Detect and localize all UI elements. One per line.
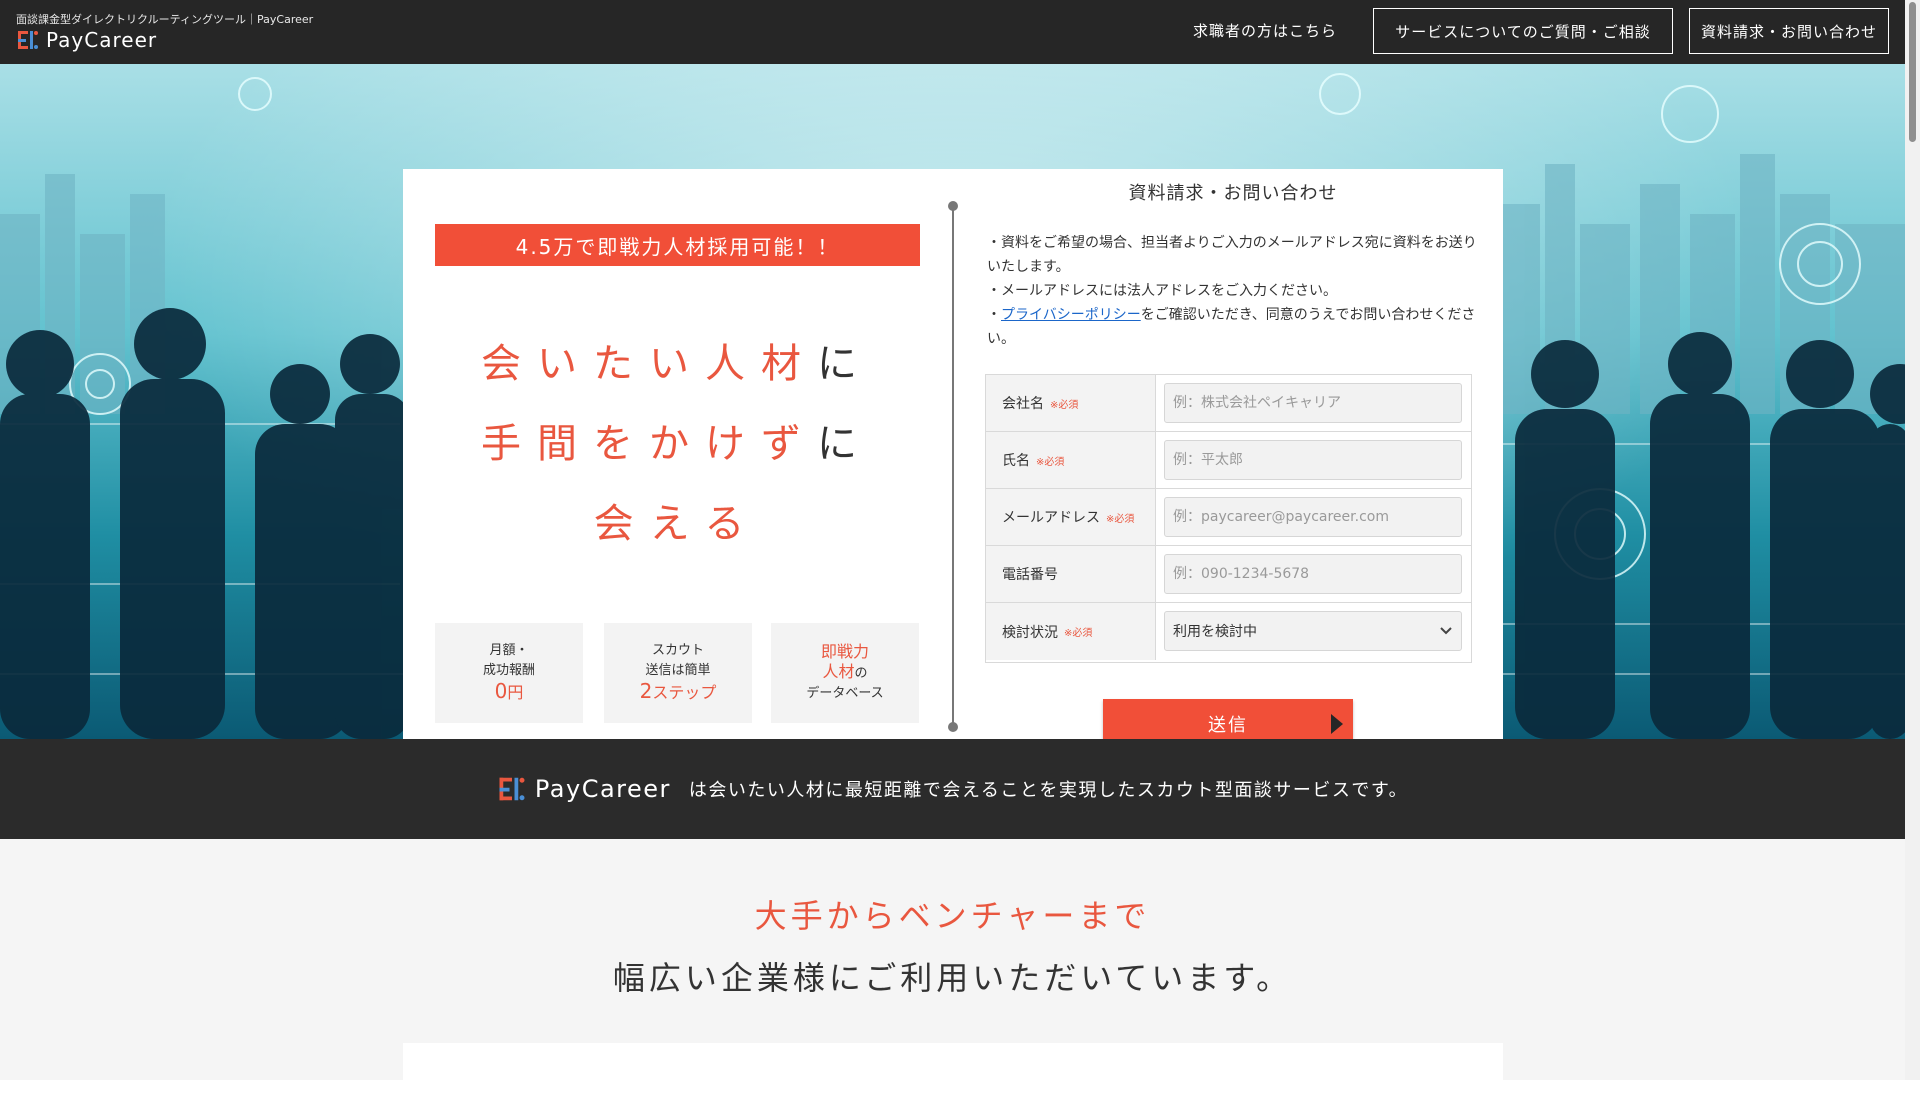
form-title: 資料請求・お問い合わせ bbox=[1128, 183, 1338, 204]
tagline-band: PayCareer は会いたい人材に最短距離で会えることを実現したスカウト型面談… bbox=[0, 739, 1905, 839]
catch-line-3-highlight: 会える bbox=[593, 501, 761, 547]
feature-database-line3: データベース bbox=[806, 686, 884, 701]
catch-line-1: 会いたい人材に bbox=[403, 331, 951, 389]
job-seeker-link[interactable]: 求職者の方はこちら bbox=[1170, 20, 1360, 41]
required-badge: ※必須 bbox=[1106, 513, 1135, 525]
feature-scout-line1: スカウト bbox=[651, 643, 704, 658]
catch-line-2-tail: に bbox=[817, 421, 873, 467]
status-label-text: 検討状況 bbox=[1002, 624, 1058, 641]
form-row-company: 会社名 ※必須 bbox=[986, 375, 1471, 432]
phone-label-text: 電話番号 bbox=[1002, 567, 1058, 583]
band-brand-name: PayCareer bbox=[534, 775, 671, 803]
feature-database: 即戦力 人材の データベース bbox=[771, 623, 919, 723]
feature-database-line1: 即戦力 bbox=[820, 642, 869, 661]
name-label-text: 氏名 bbox=[1002, 453, 1030, 469]
company-label: 会社名 ※必須 bbox=[986, 375, 1156, 431]
form-note-3: ・プライバシーポリシーをご確認いただき、同意のうえでお問い合わせください。 bbox=[987, 303, 1483, 351]
promo-banner: 4.5万で即戦力人材採用可能！！ bbox=[435, 224, 920, 266]
feature-scout-unit: ステップ bbox=[652, 683, 717, 702]
required-badge: ※必須 bbox=[1036, 456, 1065, 468]
band-tagline: は会いたい人材に最短距離で会えることを実現したスカウト型面談サービスです。 bbox=[688, 780, 1409, 801]
feature-database-line2: 人材 bbox=[822, 662, 855, 681]
brand-subtitle: 面談課金型ダイレクトリクルーティングツール｜PayCareer bbox=[16, 13, 314, 26]
feature-fee: 月額・ 成功報酬 0円 bbox=[435, 623, 583, 723]
clients-heading-accent: 大手からベンチャーまで bbox=[754, 897, 1151, 935]
phone-input[interactable] bbox=[1164, 554, 1462, 594]
brand-name: PayCareer bbox=[46, 28, 158, 52]
brand-logo-link[interactable]: PayCareer bbox=[16, 28, 157, 52]
feature-database-suffix: の bbox=[854, 666, 868, 681]
divider-top-dot bbox=[948, 201, 958, 211]
form-note-2: ・メールアドレスには法人アドレスをご入力ください。 bbox=[987, 283, 1337, 299]
required-badge: ※必須 bbox=[1050, 399, 1079, 411]
company-input[interactable] bbox=[1164, 383, 1462, 423]
company-label-text: 会社名 bbox=[1002, 396, 1044, 412]
catch-line-2-highlight: 手間をかけず bbox=[481, 421, 817, 467]
feature-scout-value: 2 bbox=[639, 679, 653, 703]
feature-fee-line1: 月額・ bbox=[489, 643, 529, 658]
clients-section: 大手からベンチャーまで 幅広い企業様にご利用いただいています。 bbox=[0, 839, 1905, 1103]
feature-scout: スカウト 送信は簡単 2ステップ bbox=[604, 623, 752, 723]
submit-button-label: 送信 bbox=[1208, 715, 1248, 736]
feature-fee-unit: 円 bbox=[507, 683, 524, 702]
form-row-status: 検討状況 ※必須 利用を検討中 bbox=[986, 603, 1471, 660]
form-note-1: ・資料をご希望の場合、担当者よりご入力のメールアドレス宛に資料をお送りいたします… bbox=[987, 235, 1477, 275]
email-label: メールアドレス ※必須 bbox=[986, 489, 1156, 545]
hero-section: 4.5万で即戦力人材採用可能！！ 会いたい人材に 手間をかけずに 会える 月額・… bbox=[0, 64, 1905, 739]
catch-line-2: 手間をかけずに bbox=[403, 411, 951, 469]
catch-line-3: 会える bbox=[403, 491, 951, 549]
divider-bottom-dot bbox=[948, 722, 958, 732]
vertical-divider bbox=[952, 204, 954, 729]
required-badge: ※必須 bbox=[1064, 628, 1093, 639]
submit-button[interactable]: 送信 bbox=[1103, 699, 1353, 739]
hero-card: 4.5万で即戦力人材採用可能！！ 会いたい人材に 手間をかけずに 会える 月額・… bbox=[403, 169, 1503, 739]
feature-fee-line2: 成功報酬 bbox=[482, 663, 535, 678]
scrollbar-thumb[interactable] bbox=[1909, 2, 1916, 142]
paycareer-logo-icon bbox=[499, 777, 525, 801]
status-select[interactable]: 利用を検討中 bbox=[1164, 611, 1462, 651]
form-row-name: 氏名 ※必須 bbox=[986, 432, 1471, 489]
privacy-policy-link[interactable]: プライバシーポリシー bbox=[1001, 307, 1141, 323]
status-select-value: 利用を検討中 bbox=[1173, 624, 1257, 640]
form-row-email: メールアドレス ※必須 bbox=[986, 489, 1471, 546]
email-input[interactable] bbox=[1164, 497, 1462, 537]
phone-label: 電話番号 bbox=[986, 546, 1156, 602]
triangle-right-icon bbox=[1331, 714, 1343, 734]
feature-scout-line2: 送信は簡単 bbox=[645, 663, 711, 678]
contact-form: 資料請求・お問い合わせ ・資料をご希望の場合、担当者よりご入力のメールアドレス宛… bbox=[963, 169, 1503, 739]
name-input[interactable] bbox=[1164, 440, 1462, 480]
email-label-text: メールアドレス bbox=[1002, 510, 1100, 526]
catch-line-1-highlight: 会いたい人材 bbox=[481, 341, 817, 387]
form-row-phone: 電話番号 bbox=[986, 546, 1471, 603]
form-note-3-prefix: ・ bbox=[987, 307, 1001, 323]
clients-logo-card bbox=[403, 1043, 1503, 1103]
paycareer-logo-icon bbox=[18, 31, 38, 49]
form-notes: ・資料をご希望の場合、担当者よりご入力のメールアドレス宛に資料をお送りいたします… bbox=[987, 231, 1483, 351]
site-header: 面談課金型ダイレクトリクルーティングツール｜PayCareer PayCaree… bbox=[0, 0, 1905, 64]
form-fields: 会社名 ※必須 氏名 ※必須 メールアドレス ※必須 bbox=[985, 374, 1472, 663]
chevron-down-icon bbox=[1440, 627, 1452, 635]
clients-heading-main: 幅広い企業様にご利用いただいています。 bbox=[612, 959, 1293, 997]
status-label: 検討状況 ※必須 bbox=[986, 603, 1156, 660]
name-label: 氏名 ※必須 bbox=[986, 432, 1156, 488]
feature-fee-value: 0 bbox=[494, 679, 508, 703]
hero-promo: 4.5万で即戦力人材採用可能！！ 会いたい人材に 手間をかけずに 会える 月額・… bbox=[403, 169, 951, 739]
consult-button[interactable]: サービスについてのご質問・ご相談 bbox=[1373, 8, 1673, 54]
catch-line-1-tail: に bbox=[817, 341, 873, 387]
request-materials-button[interactable]: 資料請求・お問い合わせ bbox=[1689, 8, 1889, 54]
page-scrollbar[interactable] bbox=[1905, 0, 1920, 1080]
